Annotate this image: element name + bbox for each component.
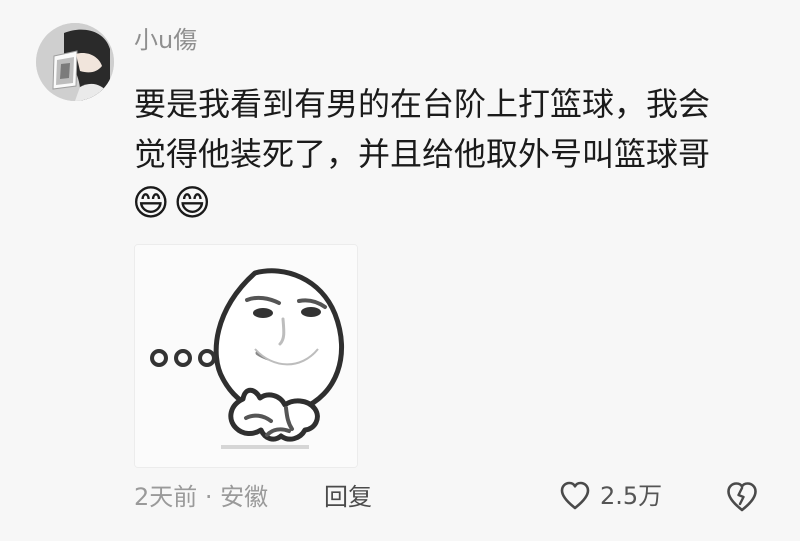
sticker-image[interactable]: [134, 244, 358, 468]
grinning-face-emoji: 😄: [173, 183, 212, 224]
comment-line-1: 要是我看到有男的在台阶上打篮球，我会: [134, 85, 711, 123]
heart-outline-icon: [558, 479, 592, 513]
like-count: 2.5万: [600, 482, 663, 510]
comment-line-2: 觉得他装死了，并且给他取外号叫篮球哥: [134, 135, 711, 173]
reply-button[interactable]: 回复: [324, 482, 372, 512]
username[interactable]: 小u傷: [134, 26, 197, 54]
comment-meta: 2天前 · 安徽: [134, 483, 269, 511]
emoji-row: 😄 😄: [132, 184, 211, 224]
comment-card: 小u傷 要是我看到有男的在台阶上打篮球，我会 觉得他装死了，并且给他取外号叫篮球…: [0, 0, 800, 541]
broken-heart-icon: [724, 479, 760, 515]
comment-text: 要是我看到有男的在台阶上打篮球，我会 觉得他装死了，并且给他取外号叫篮球哥: [134, 79, 754, 179]
avatar[interactable]: [36, 23, 114, 101]
like-button[interactable]: 2.5万: [558, 479, 662, 513]
dislike-button[interactable]: [724, 479, 760, 515]
grinning-face-emoji: 😄: [132, 183, 170, 224]
